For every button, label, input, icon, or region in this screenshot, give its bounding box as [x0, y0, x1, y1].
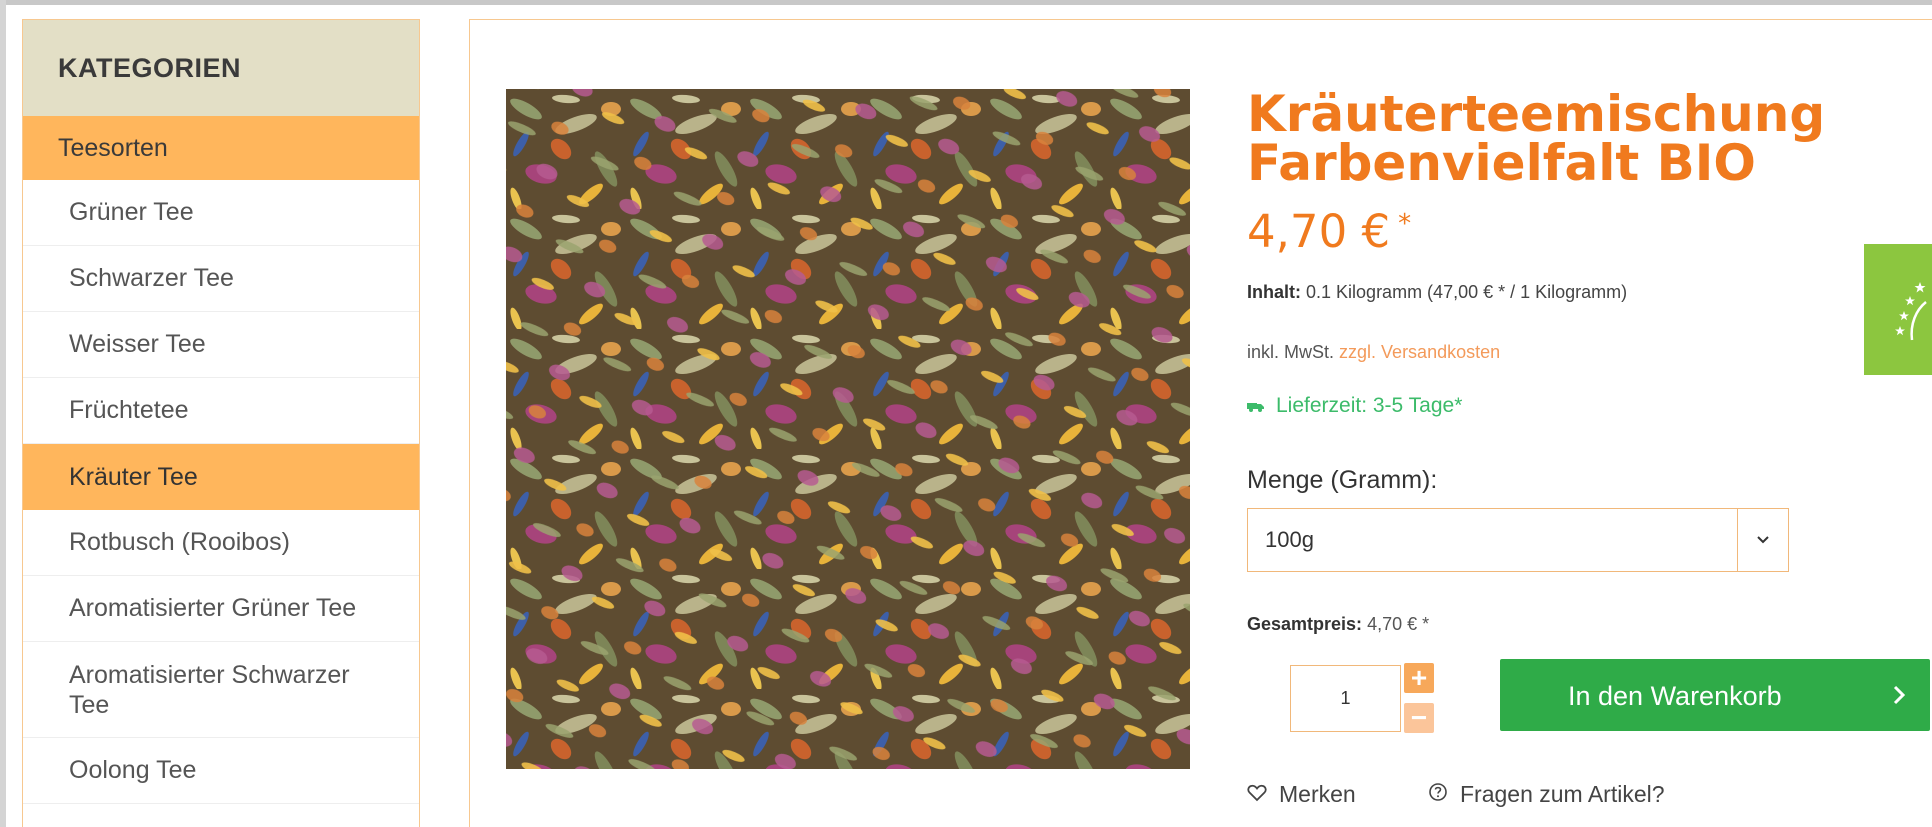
total-label: Gesamtpreis: [1247, 614, 1363, 634]
shipping-costs-link[interactable]: zzgl. Versandkosten [1339, 342, 1500, 362]
tax-info: inkl. MwSt. zzgl. Versandkosten [1247, 342, 1500, 363]
chevron-down-icon[interactable] [1738, 509, 1788, 571]
question-circle-icon [1428, 781, 1448, 808]
question-label: Fragen zum Artikel? [1460, 781, 1665, 807]
sidebar-item-schwarzer-tee[interactable]: Schwarzer Tee [23, 246, 419, 312]
content-info: Inhalt: 0.1 Kilogramm (47,00 € * / 1 Kil… [1247, 282, 1627, 303]
truck-icon [1247, 394, 1264, 418]
product-price: 4,70 € * [1247, 205, 1411, 258]
delivery-text: Lieferzeit: 3-5 Tage* [1276, 394, 1463, 417]
sidebar-item-rotbusch[interactable]: Rotbusch (Rooibos) [23, 510, 419, 576]
eu-organic-leaf-icon [1864, 244, 1932, 375]
price-star: * [1398, 209, 1412, 239]
quantity-label: Menge (Gramm): [1247, 466, 1438, 494]
content-label: Inhalt: [1247, 282, 1301, 302]
tea-blend-image [506, 89, 1190, 769]
chevron-right-icon [1886, 682, 1912, 708]
total-price: Gesamtpreis: 4,70 € * [1247, 614, 1429, 635]
quantity-input[interactable]: 1 [1290, 665, 1401, 732]
price-value: 4,70 € [1247, 205, 1391, 258]
sidebar-item-aromatisierter-schwarzer-tee[interactable]: Aromatisierter Schwarzer Tee [23, 642, 419, 738]
minus-icon[interactable]: − [1404, 702, 1434, 733]
browser-frame-left [0, 0, 6, 827]
sidebar-item-kraeuter-tee[interactable]: Kräuter Tee [23, 444, 419, 510]
content-value: 0.1 Kilogramm (47,00 € * / 1 Kilogramm) [1306, 282, 1628, 302]
add-to-cart-button[interactable]: In den Warenkorb [1500, 659, 1930, 731]
quantity-select[interactable]: 100g [1247, 508, 1789, 572]
browser-frame-top [0, 0, 1932, 5]
delivery-time: Lieferzeit: 3-5 Tage* [1247, 394, 1462, 418]
wishlist-link[interactable]: Merken [1247, 781, 1356, 808]
sidebar-item-aromatisierter-gruener-tee[interactable]: Aromatisierter Grüner Tee [23, 576, 419, 642]
category-sidebar: KATEGORIEN Teesorten Grüner Tee Schwarze… [22, 19, 420, 827]
sidebar-item-fruechtetee[interactable]: Früchtetee [23, 378, 419, 444]
wishlist-label: Merken [1279, 781, 1356, 807]
sidebar-item-gruener-tee[interactable]: Grüner Tee [23, 180, 419, 246]
total-value: 4,70 € * [1367, 614, 1430, 634]
heart-icon [1247, 781, 1267, 808]
sidebar-header: KATEGORIEN [23, 20, 419, 116]
product-title: Kräuterteemischung Farbenvielfalt BIO [1247, 85, 1826, 192]
sidebar-item-weisser-tee[interactable]: Weisser Tee [23, 312, 419, 378]
sidebar-item-oolong-tee[interactable]: Oolong Tee [23, 738, 419, 804]
question-link[interactable]: Fragen zum Artikel? [1428, 781, 1665, 808]
sidebar-section-teesorten[interactable]: Teesorten [23, 116, 419, 180]
plus-icon[interactable]: + [1404, 662, 1434, 693]
product-image[interactable] [506, 89, 1190, 769]
add-to-cart-label: In den Warenkorb [1568, 681, 1782, 711]
tax-text: inkl. MwSt. [1247, 342, 1335, 362]
quantity-select-value: 100g [1265, 527, 1314, 552]
